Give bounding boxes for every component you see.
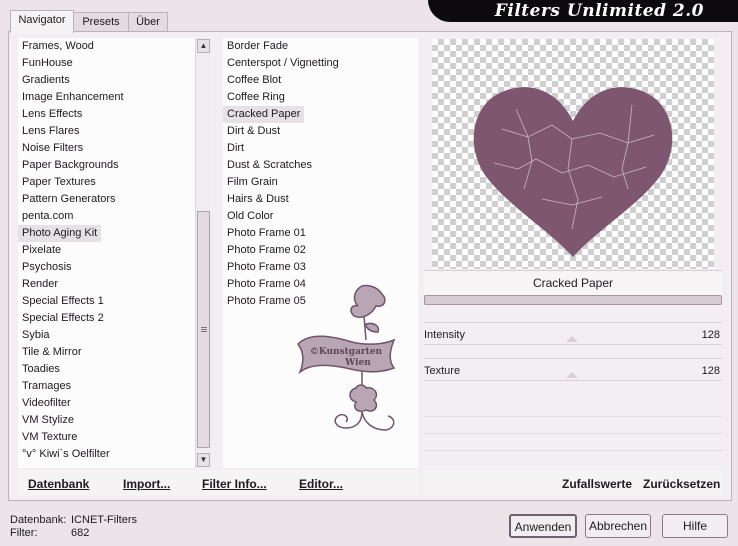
scroll-up-icon[interactable]: ▲	[197, 39, 210, 53]
tab-presets[interactable]: Presets	[72, 12, 130, 32]
filter-item[interactable]: Film Grain	[223, 174, 278, 191]
help-button[interactable]: Hilfe	[662, 514, 728, 538]
category-item[interactable]: VM Texture	[18, 429, 77, 446]
param-label: Intensity	[424, 329, 465, 341]
category-item[interactable]: Frames, Wood	[18, 38, 94, 55]
category-item[interactable]: Paper Textures	[18, 174, 96, 191]
category-item[interactable]: VM Stylize	[18, 412, 74, 429]
category-item[interactable]: Gradients	[18, 72, 70, 89]
category-item[interactable]: Special Effects 1	[18, 293, 104, 310]
apply-button[interactable]: Anwenden	[509, 514, 577, 538]
app-title: Filters Unlimited 2.0	[494, 1, 704, 21]
filter-item[interactable]: Dirt & Dust	[223, 123, 280, 140]
category-item[interactable]: Pattern Generators	[18, 191, 116, 208]
watermark-text-1: ©Kunstgarten	[310, 347, 383, 357]
category-item[interactable]: Psychosis	[18, 259, 72, 276]
category-item[interactable]: Special Effects 2	[18, 310, 104, 327]
status-database-value: ICNET-Filters	[71, 514, 137, 526]
category-item[interactable]: Sybia	[18, 327, 50, 344]
category-item[interactable]: Image Enhancement	[18, 89, 124, 106]
filter-item[interactable]: Dust & Scratches	[223, 157, 312, 174]
param-intensity[interactable]: Intensity 128	[424, 326, 722, 344]
filter-item[interactable]: Cracked Paper	[223, 106, 305, 123]
scroll-thumb[interactable]	[197, 211, 210, 448]
category-item[interactable]: Lens Flares	[18, 123, 79, 140]
filter-item[interactable]: Photo Frame 02	[223, 242, 306, 259]
preview-canvas	[432, 39, 714, 269]
filter-item[interactable]: Coffee Blot	[223, 72, 281, 89]
category-item[interactable]: penta.com	[18, 208, 73, 225]
param-texture[interactable]: Texture 128	[424, 362, 722, 380]
grip-line	[201, 327, 207, 328]
category-item[interactable]: Render	[18, 276, 58, 293]
category-item[interactable]: Photo Aging Kit	[18, 225, 102, 242]
import-link[interactable]: Import...	[123, 477, 170, 491]
status-filter-value: 682	[71, 527, 90, 539]
editor-link[interactable]: Editor...	[299, 477, 343, 491]
status-database-label: Datenbank:	[10, 514, 67, 526]
category-item[interactable]: Paper Backgrounds	[18, 157, 119, 174]
filter-item[interactable]: Coffee Ring	[223, 89, 285, 106]
watermark-graphic: ©Kunstgarten Wien	[297, 284, 396, 431]
filter-item[interactable]: Old Color	[223, 208, 273, 225]
database-link[interactable]: Datenbank	[28, 477, 89, 491]
filter-item[interactable]: Border Fade	[223, 38, 288, 55]
heart-preview	[473, 87, 673, 257]
param-label: Texture	[424, 365, 461, 377]
category-item[interactable]: Lens Effects	[18, 106, 82, 123]
app-title-bar: Filters Unlimited 2.0	[428, 0, 738, 22]
filter-info-link[interactable]: Filter Info...	[202, 477, 267, 491]
category-item[interactable]: Tramages	[18, 378, 71, 395]
preview-filter-name: Cracked Paper	[424, 270, 722, 296]
category-item[interactable]: Pixelate	[18, 242, 61, 259]
category-item[interactable]: Noise Filters	[18, 140, 83, 157]
tab-navigator[interactable]: Navigator	[10, 10, 74, 33]
category-item[interactable]: Tile & Mirror	[18, 344, 81, 361]
param-divider	[424, 344, 722, 345]
filter-item[interactable]: Hairs & Dust	[223, 191, 289, 208]
grip-line	[201, 331, 207, 332]
status-filter-label: Filter:	[10, 527, 38, 539]
param-value: 128	[701, 329, 720, 341]
category-item[interactable]: Toadies	[18, 361, 60, 378]
filter-item[interactable]: Photo Frame 03	[223, 259, 306, 276]
category-item[interactable]: Videofilter	[18, 395, 71, 412]
category-list[interactable]: Frames, Wood FunHouse Gradients Image Enhan…	[18, 38, 195, 468]
category-scrollbar[interactable]: ▲ ▼	[195, 38, 211, 468]
watermark-text-2: Wien	[344, 358, 371, 368]
progress-bar	[424, 295, 722, 305]
filter-item[interactable]: Dirt	[223, 140, 244, 157]
scroll-down-icon[interactable]: ▼	[197, 453, 210, 467]
tab-uber[interactable]: Über	[128, 12, 168, 32]
random-values-link[interactable]: Zufallswerte	[562, 477, 632, 491]
grip-line	[201, 329, 207, 330]
texture-slider-track[interactable]	[424, 358, 722, 359]
filter-item[interactable]: Centerspot / Vignetting	[223, 55, 339, 72]
filter-item[interactable]: Photo Frame 01	[223, 225, 306, 242]
empty-param-rows	[424, 400, 722, 462]
reset-link[interactable]: Zurücksetzen	[643, 477, 720, 491]
intensity-slider-track[interactable]	[424, 322, 722, 323]
param-value: 128	[701, 365, 720, 377]
category-item[interactable]: FunHouse	[18, 55, 73, 72]
param-divider	[424, 380, 722, 381]
category-item[interactable]: °v° Kiwi`s Oelfilter	[18, 446, 110, 463]
cancel-button[interactable]: Abbrechen	[585, 514, 651, 538]
